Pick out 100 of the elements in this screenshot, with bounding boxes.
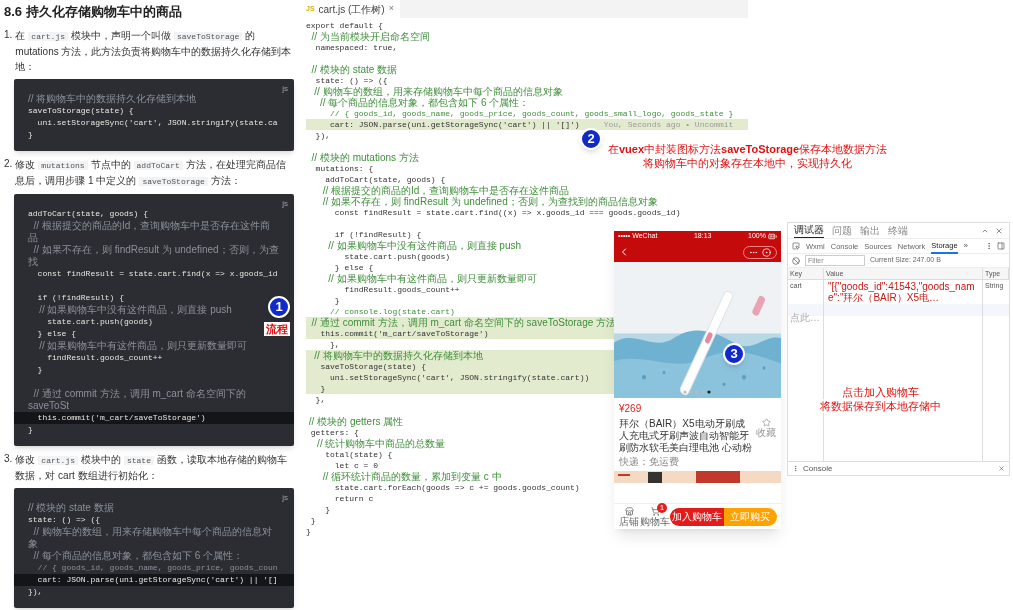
step-number: 2.	[4, 157, 13, 171]
code-comment: // 模块的 mutations 方法	[310, 152, 419, 163]
code-line: mutations: {	[314, 163, 374, 174]
section-heading: 8.6 持久化存储购物车中的商品	[4, 3, 183, 21]
step-number: 1.	[4, 28, 13, 42]
code-comment: // 将购物车中的数据持久化存储到本地	[27, 93, 198, 105]
annotation-note: 将数据保存到本地存储中	[818, 399, 943, 413]
code-line: if (!findResult) {	[333, 229, 422, 240]
language-tag: js	[282, 198, 288, 210]
code-line: total(state) {	[324, 449, 393, 460]
code-line: }),	[314, 130, 330, 141]
inspect-icon[interactable]	[792, 242, 800, 250]
star-icon	[761, 418, 771, 427]
panel-tab[interactable]: 终端	[888, 223, 908, 238]
code-comment: // 购物车的数组，用来存储购物车中每个商品的信息对象	[313, 86, 563, 97]
code-line: export default {	[306, 20, 383, 31]
price: ¥269	[619, 402, 643, 416]
code-line: }	[27, 129, 34, 141]
battery-icon	[768, 232, 777, 241]
code-line: return c	[333, 493, 374, 504]
code-line: state.cart.push(goods)	[46, 316, 154, 328]
product-title: 拜尔（BAIR）X5电动牙刷成人充电式牙刷声波自动智能牙刷防水软毛美白理电池 心动粉	[619, 418, 752, 454]
menu-icon[interactable]	[985, 242, 993, 250]
shipping-info: 快递：免运费	[619, 456, 680, 468]
panel-tab[interactable]: 输出	[860, 223, 880, 238]
code-comment: // 如果不存在，则 findResult 为 undefined；否则，为查找到的商品信息对象	[321, 196, 658, 207]
close-icon[interactable]	[995, 226, 1003, 235]
panel-tab[interactable]: 调试器	[794, 223, 824, 238]
code-comment: // 如果不存在，则 findResult 为 undefined；否则，为查找	[27, 244, 280, 268]
code-comment: // { goods_id, goods_name, goods_price, goods_count, goods_small_logo, goods_state }	[329, 108, 734, 119]
code-line: state: () => ({	[27, 514, 101, 526]
step-text: 修改 mutations 节点中的 addToCart 方法，在处理完商品信息后，调用步骤 1 中定义的 saveToStorage 方法：	[15, 158, 287, 188]
code-line: addToCart(state, goods) {	[27, 208, 150, 220]
code-line: }	[27, 424, 34, 436]
code-comment: // 为当前模块开启命名空间	[310, 31, 430, 42]
code-line: const findResult = state.cart.find(x => x.goods_id	[36, 268, 279, 280]
code-comment: // 如果购物车中有这件商品，则只更新数量即可	[38, 340, 249, 352]
cart-count-badge: 1	[657, 502, 667, 513]
code-comment: // 购物车的数组，用来存储购物车中每个商品的信息对象	[27, 526, 273, 550]
annotation-note: 将购物车中的对象存在本地中，实现持久化	[641, 156, 855, 170]
code-line: }),	[27, 586, 44, 598]
code-comment: // 循环统计商品的数量，累加到变量 c 中	[321, 471, 502, 482]
table-cell: "[{"goods_id":41543,"goods_name":"拜尔（BAIR）X5电…	[824, 280, 983, 304]
code-comment: // console.log(state.cart)	[329, 306, 455, 317]
code-line: }	[309, 515, 316, 526]
panel-tab[interactable]: 问题	[832, 223, 852, 238]
drawer-tab[interactable]: Console	[803, 462, 833, 475]
code-comment: // 每个商品的信息对象，都包含如下 6 个属性：	[32, 550, 244, 562]
code-comment: // 每个商品的信息对象，都包含如下 6 个属性：	[318, 97, 530, 108]
code-line: findResult.goods_count++	[343, 284, 460, 295]
code-comment: // 如果购物车中有这件商品，则只更新数量即可	[327, 273, 537, 284]
code-line: }	[333, 295, 340, 306]
code-line: }	[36, 364, 44, 376]
code-line: addToCart(state, goods) {	[324, 174, 446, 185]
dock-icon[interactable]	[997, 242, 1005, 250]
code-line: findResult.goods_count++	[46, 352, 164, 364]
code-line: let c = 0	[333, 460, 378, 471]
code-comment: // 模块的 getters 属性	[307, 416, 404, 427]
code-line: state: () => ({	[314, 75, 388, 86]
code-comment: // 模块的 state 数据	[310, 64, 398, 75]
store-tab[interactable]: 店铺	[618, 506, 640, 527]
close-icon[interactable]	[998, 465, 1005, 472]
record-icon	[762, 247, 771, 257]
store-icon	[624, 506, 634, 516]
carousel-dots	[682, 390, 712, 394]
annotation-note: 在vuex中封装图标方法saveToStorage保存本地数据方法	[606, 142, 890, 156]
code-line: } else {	[333, 262, 374, 273]
code-line: getters: {	[309, 427, 359, 438]
language-tag: js	[282, 83, 288, 95]
code-comment: // 模块的 state 数据	[27, 502, 115, 514]
code-comment: // 根据提交的商品的Id，查询购物车中是否存在这件商品	[321, 185, 570, 196]
code-line: }	[324, 504, 330, 515]
blame-annotation: You, Seconds ago • Uncommit	[603, 118, 734, 131]
language-tag: js	[282, 492, 288, 504]
code-line: state.cart.push(goods)	[343, 251, 451, 262]
clear-icon[interactable]	[792, 256, 800, 265]
code-comment: // 如果购物车中没有这件商品，则直接 push	[327, 240, 522, 251]
code-line: if (!findResult) {	[36, 292, 126, 304]
code-line: } else {	[36, 328, 77, 340]
annotation-note: 点击加入购物车	[840, 385, 921, 399]
step-text: 修改 cart.js 模块中的 state 函数，读取本地存储的购物车数据，对 cart 数组进行初始化：	[15, 453, 288, 483]
step-text: 在 cart.js 模块中，声明一个叫做 saveToStorage 的 mutations 方法，此方法负责将购物车中的数据持久化存储到本地：	[15, 29, 293, 74]
code-line: },	[329, 339, 340, 350]
code-line: uni.setStorageSync('cart', JSON.stringify(state.ca	[36, 117, 279, 129]
more-tabs[interactable]: »	[963, 240, 969, 252]
code-line: },	[314, 394, 326, 405]
code-line: const findResult = state.cart.find((x) => x.goods_id === goods.goods_id)	[333, 207, 681, 218]
code-line: saveToStorage(state) {	[27, 105, 135, 117]
step-number: 3.	[4, 452, 13, 466]
code-comment: // { goods_id, goods_name, goods_price, goods_coun	[36, 562, 279, 574]
code-comment: // 根据提交的商品的Id，查询购物车中是否存在这件商品	[27, 220, 272, 244]
add-to-cart-button[interactable]: 加入购物车	[670, 507, 724, 526]
code-line: }	[306, 526, 311, 537]
cart-icon	[650, 506, 660, 516]
code-line: state.cart.forEach(goods => c += goods.goods_count)	[333, 482, 580, 493]
annotation-label: 流程	[264, 322, 290, 336]
code-line: namespaced: true,	[314, 42, 398, 53]
code-comment: // 通过 commit 方法，调用 m_cart 命名空间下的 saveToSt	[27, 388, 247, 412]
code-comment: // 统计购物车中商品的总数量	[316, 438, 446, 449]
code-comment: // 如果购物车中没有这件商品，则直接 push	[38, 304, 233, 316]
